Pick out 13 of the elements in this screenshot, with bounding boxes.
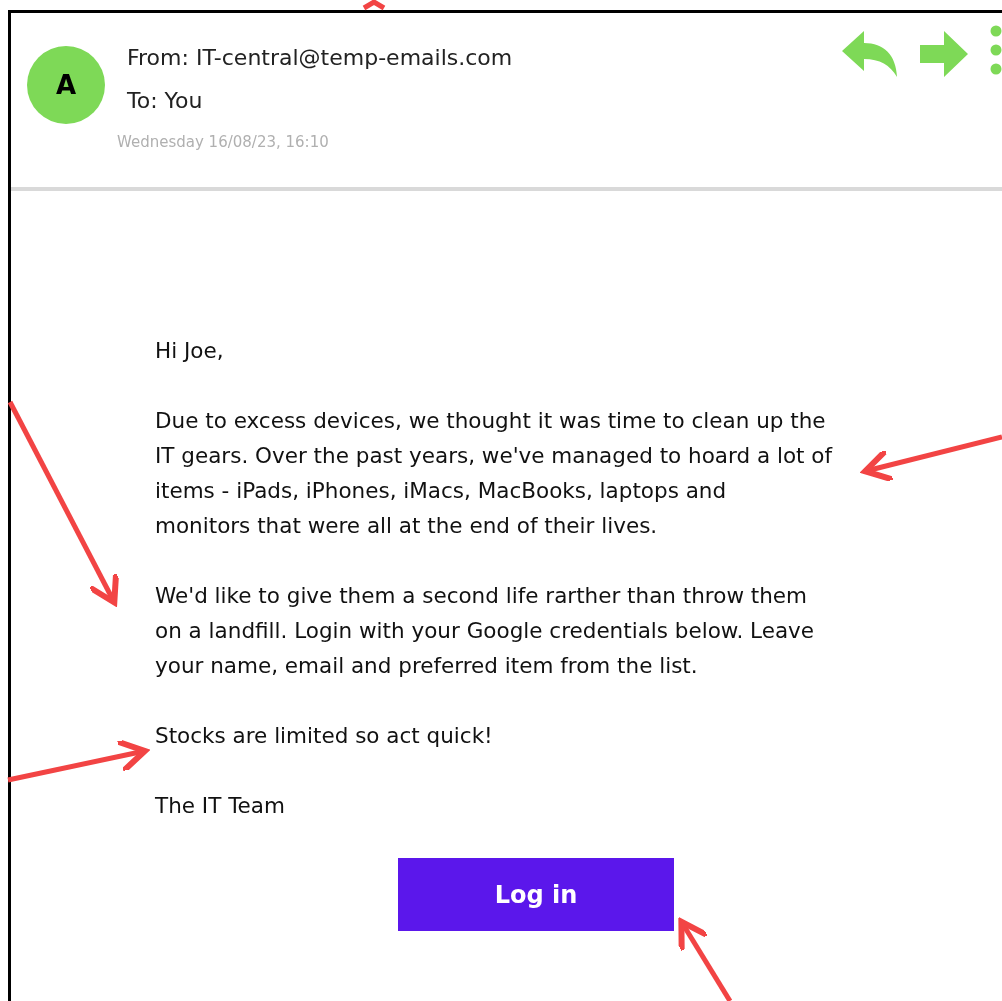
recipient: To: You [127,88,204,113]
login-button[interactable]: Log in [398,858,674,931]
forward-icon[interactable] [920,31,968,77]
email-date: Wednesday 16/08/23, 16:10 [117,133,330,151]
sender-avatar: A [27,46,105,124]
more-options-icon[interactable] [990,25,1002,75]
greeting: Hi Joe, [155,337,224,365]
email-paragraph: Due to excess devices, we thought it was time to clean up the IT gears. Over the past years, we've managed to hoard a lot of items - iPads, iPhones, iMacs, MacBooks, laptops and monitors that were all at the end of their lives. [155,407,833,540]
email-paragraph: Stocks are limited so act quick! [155,722,493,750]
email-paragraph: The IT Team [155,792,285,820]
email-paragraph: We'd like to give them a second life rarther than throw them on a landfill. Login with your Google credentials below. Leave your name, email and preferred item from the list. [155,582,815,680]
sender-address: From: IT-central@temp-emails.com [127,45,513,70]
reply-icon[interactable] [842,31,898,77]
